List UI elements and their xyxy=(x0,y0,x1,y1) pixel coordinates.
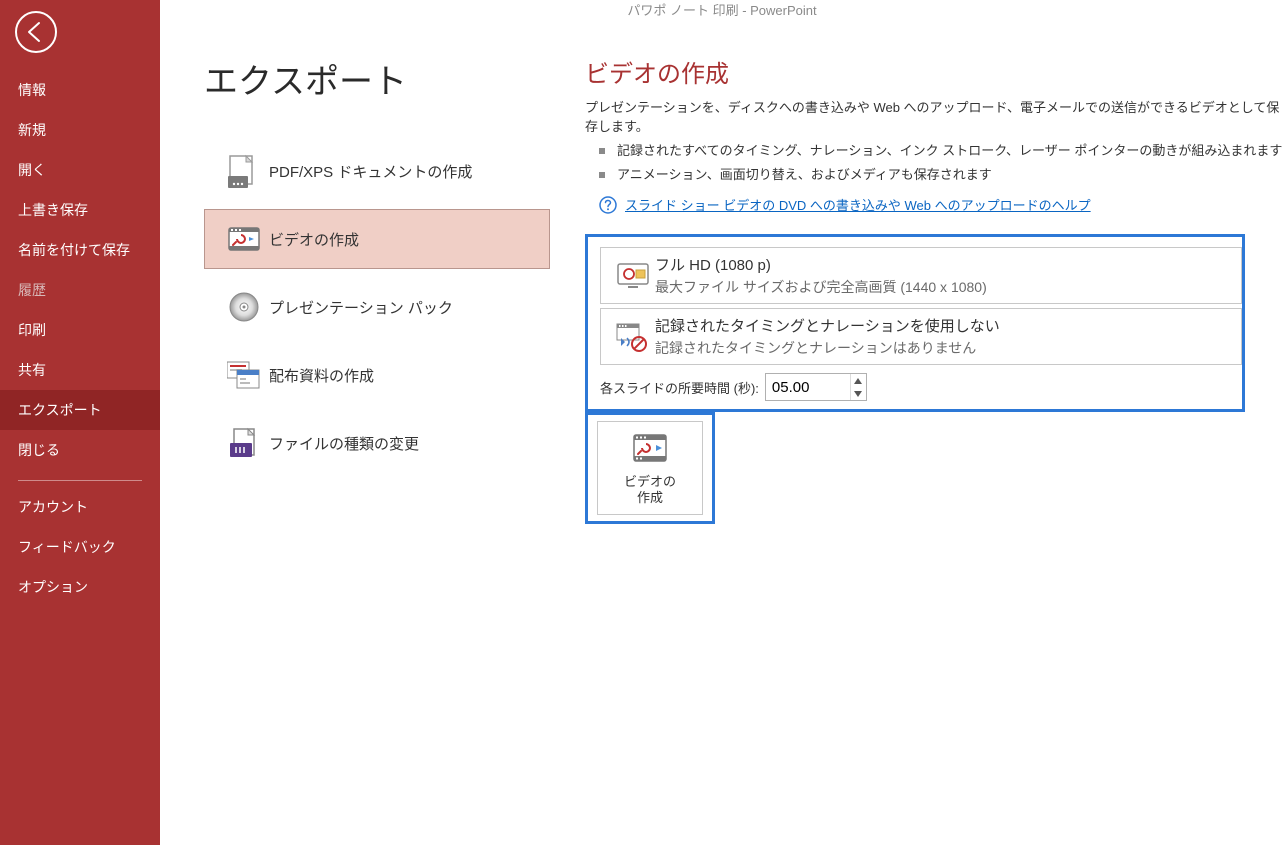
sidebar-item-history: 履歴 xyxy=(0,270,160,310)
handout-icon xyxy=(219,360,269,390)
detail-description: プレゼンテーションを、ディスクへの書き込みや Web へのアップロード、電子メー… xyxy=(585,97,1284,135)
create-video-button[interactable]: ビデオの作成 xyxy=(597,421,703,515)
video-settings-highlight: フル HD (1080 p) 最大ファイル サイズおよび完全高画質 (1440 … xyxy=(585,234,1245,412)
export-detail-column: ビデオの作成 プレゼンテーションを、ディスクへの書き込みや Web へのアップロ… xyxy=(550,24,1284,845)
export-option-pdf-xps[interactable]: PDF/XPS ドキュメントの作成 xyxy=(204,141,550,201)
bullet-item: 記録されたすべてのタイミング、ナレーション、インク ストローク、レーザー ポイン… xyxy=(599,139,1284,163)
spinner-down[interactable] xyxy=(851,387,866,400)
video-icon xyxy=(219,224,269,254)
back-button[interactable] xyxy=(12,8,60,56)
sidebar-item-close[interactable]: 閉じる xyxy=(0,430,160,470)
create-video-highlight: ビデオの作成 xyxy=(585,412,715,524)
sidebar-item-new[interactable]: 新規 xyxy=(0,110,160,150)
help-icon xyxy=(599,196,617,214)
help-link-row: スライド ショー ビデオの DVD への書き込みや Web へのアップロードのヘ… xyxy=(599,195,1284,214)
back-arrow-icon xyxy=(14,10,58,54)
pdf-xps-icon xyxy=(219,154,269,188)
sidebar-item-info[interactable]: 情報 xyxy=(0,70,160,110)
export-option-label: PDF/XPS ドキュメントの作成 xyxy=(269,161,472,182)
create-video-button-label: ビデオの作成 xyxy=(624,474,676,506)
export-option-create-video[interactable]: ビデオの作成 xyxy=(204,209,550,269)
sidebar-item-save-as[interactable]: 名前を付けて保存 xyxy=(0,230,160,270)
sidebar-item-feedback[interactable]: フィードバック xyxy=(0,527,160,567)
sidebar-item-options[interactable]: オプション xyxy=(0,567,160,607)
sidebar-item-save[interactable]: 上書き保存 xyxy=(0,190,160,230)
timing-title: 記録されたタイミングとナレーションを使用しない xyxy=(655,315,1231,336)
main-area: パワポ ノート 印刷 - PowerPoint エクスポート PDF/XPS ド… xyxy=(160,0,1284,845)
quality-title: フル HD (1080 p) xyxy=(655,254,1231,275)
window-title: パワポ ノート 印刷 - PowerPoint xyxy=(160,0,1284,18)
timing-subtitle: 記録されたタイミングとナレーションはありません xyxy=(655,338,1231,358)
cd-icon xyxy=(219,291,269,323)
export-option-label: ビデオの作成 xyxy=(269,229,359,250)
per-slide-time-input[interactable] xyxy=(766,379,850,396)
export-options-column: エクスポート PDF/XPS ドキュメントの作成 xyxy=(160,24,550,845)
timing-narration-dropdown[interactable]: 記録されたタイミングとナレーションを使用しない 記録されたタイミングとナレーショ… xyxy=(600,308,1242,365)
export-option-handouts[interactable]: 配布資料の作成 xyxy=(204,345,550,405)
export-option-package[interactable]: プレゼンテーション パック xyxy=(204,277,550,337)
page-title: エクスポート xyxy=(204,54,550,103)
export-option-label: 配布資料の作成 xyxy=(269,365,374,386)
monitor-icon xyxy=(611,262,655,290)
sidebar-items: 情報 新規 開く 上書き保存 名前を付けて保存 履歴 印刷 共有 エクスポート … xyxy=(0,70,160,607)
backstage-sidebar: 情報 新規 開く 上書き保存 名前を付けて保存 履歴 印刷 共有 エクスポート … xyxy=(0,0,160,845)
quality-subtitle: 最大ファイル サイズおよび完全高画質 (1440 x 1080) xyxy=(655,277,1231,297)
export-option-label: ファイルの種類の変更 xyxy=(269,433,419,454)
sidebar-item-print[interactable]: 印刷 xyxy=(0,310,160,350)
bullet-item: アニメーション、画面切り替え、およびメディアも保存されます xyxy=(599,163,1284,187)
detail-title: ビデオの作成 xyxy=(585,54,1284,89)
create-video-button-icon xyxy=(630,431,670,470)
help-link[interactable]: スライド ショー ビデオの DVD への書き込みや Web へのアップロードのヘ… xyxy=(625,195,1091,214)
file-type-icon xyxy=(219,427,269,459)
export-option-change-file-type[interactable]: ファイルの種類の変更 xyxy=(204,413,550,473)
sidebar-item-export[interactable]: エクスポート xyxy=(0,390,160,430)
sidebar-item-account[interactable]: アカウント xyxy=(0,487,160,527)
no-narration-icon xyxy=(611,322,655,352)
per-slide-time-row: 各スライドの所要時間 (秒): xyxy=(600,373,1242,401)
video-quality-dropdown[interactable]: フル HD (1080 p) 最大ファイル サイズおよび完全高画質 (1440 … xyxy=(600,247,1242,304)
spinner-up[interactable] xyxy=(851,374,866,387)
export-option-label: プレゼンテーション パック xyxy=(269,297,453,318)
per-slide-time-label: 各スライドの所要時間 (秒): xyxy=(600,378,759,397)
sidebar-item-open[interactable]: 開く xyxy=(0,150,160,190)
sidebar-divider xyxy=(18,480,142,481)
sidebar-item-share[interactable]: 共有 xyxy=(0,350,160,390)
per-slide-time-spinner[interactable] xyxy=(765,373,867,401)
feature-bullet-list: 記録されたすべてのタイミング、ナレーション、インク ストローク、レーザー ポイン… xyxy=(599,139,1284,187)
